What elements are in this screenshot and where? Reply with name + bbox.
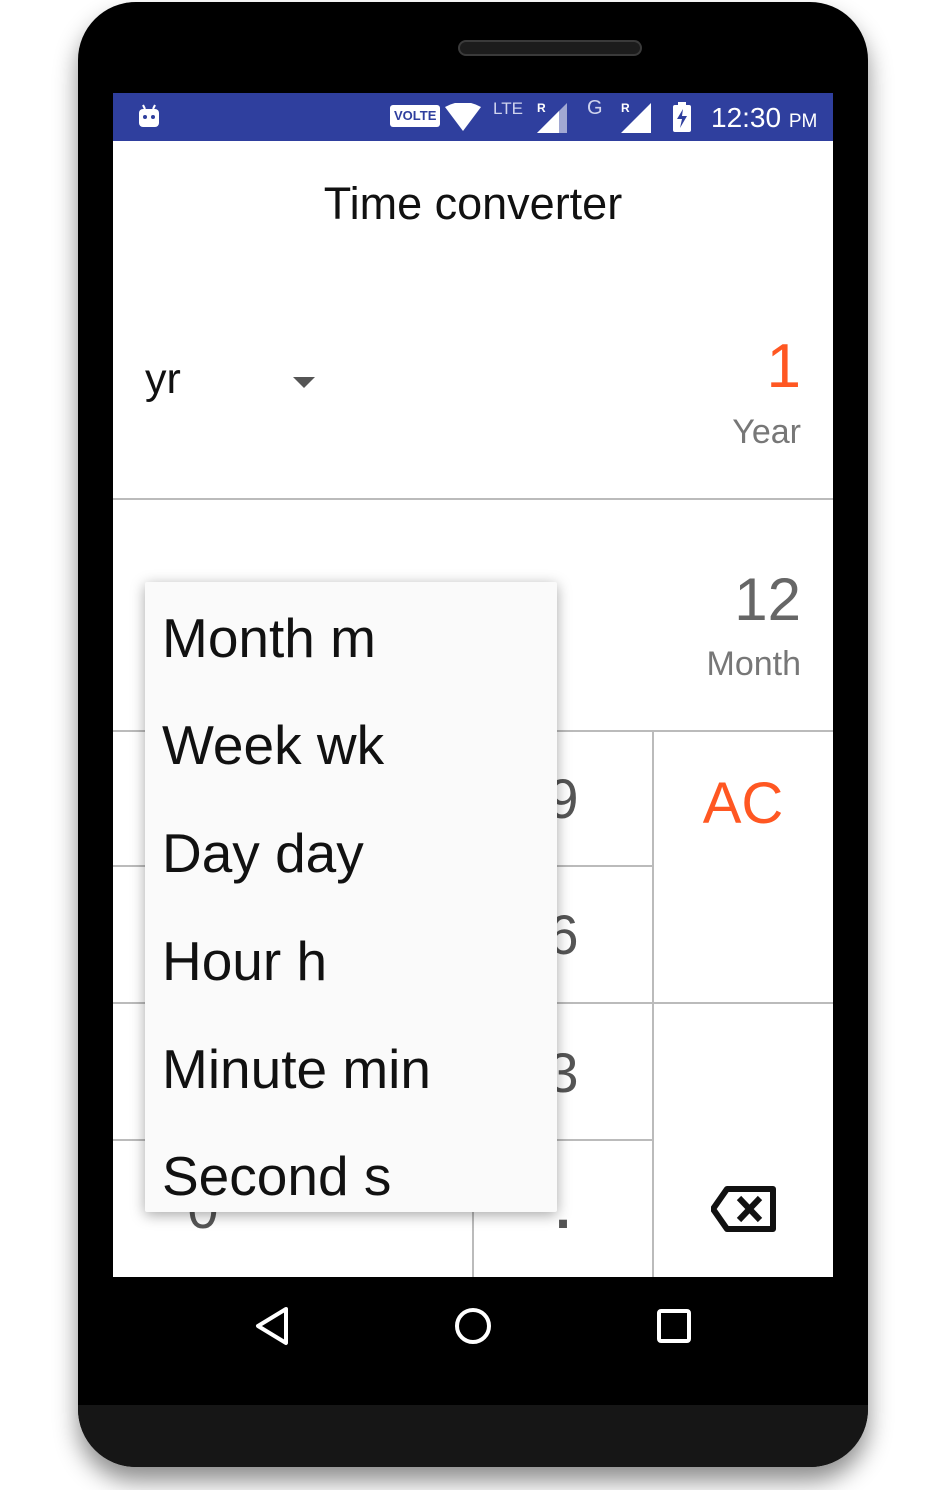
dropdown-item-second[interactable]: Second s — [162, 1144, 391, 1208]
wifi-icon — [445, 103, 481, 131]
home-icon[interactable] — [453, 1305, 493, 1347]
dropdown-item-week[interactable]: Week wk — [162, 713, 384, 777]
dropdown-item-minute[interactable]: Minute min — [162, 1037, 431, 1101]
backspace-icon[interactable] — [711, 1185, 777, 1233]
section-divider — [113, 498, 833, 500]
volte-badge: VOLTE — [390, 105, 441, 127]
to-value[interactable]: 12 — [734, 565, 801, 634]
android-icon — [139, 104, 159, 127]
app-screen: VOLTE LTE R G R 12:30 PM Time converter … — [113, 93, 833, 1277]
back-icon[interactable] — [253, 1305, 293, 1347]
from-value[interactable]: 1 — [767, 331, 801, 402]
from-unit-label: Year — [732, 413, 801, 451]
battery-charging-icon — [673, 102, 691, 132]
chevron-down-icon[interactable] — [293, 377, 315, 388]
clock-ampm: PM — [788, 111, 818, 132]
dropdown-item-month[interactable]: Month m — [162, 606, 376, 670]
clock-time: 12:30 — [711, 102, 782, 133]
dropdown-item-day[interactable]: Day day — [162, 821, 364, 885]
phone-chin — [78, 1405, 868, 1467]
unit-dropdown-menu: Month m Week wk Day day Hour h Minute mi… — [145, 582, 557, 1212]
network-type-g: G — [587, 97, 603, 119]
signal-icon-2 — [621, 103, 651, 133]
recents-icon[interactable] — [654, 1305, 694, 1347]
dropdown-item-hour[interactable]: Hour h — [162, 929, 327, 993]
to-unit-label: Month — [706, 645, 802, 683]
navigation-bar — [113, 1277, 833, 1377]
app-title: Time converter — [323, 178, 623, 229]
status-bar: VOLTE LTE R G R 12:30 PM — [113, 93, 833, 141]
clear-button[interactable]: AC — [653, 770, 833, 837]
phone-speaker — [458, 40, 642, 56]
signal-icon — [537, 103, 567, 133]
status-clock: 12:30 PM — [711, 93, 817, 141]
from-unit-spinner[interactable]: yr — [145, 355, 181, 404]
network-type-lte: LTE — [493, 99, 523, 118]
